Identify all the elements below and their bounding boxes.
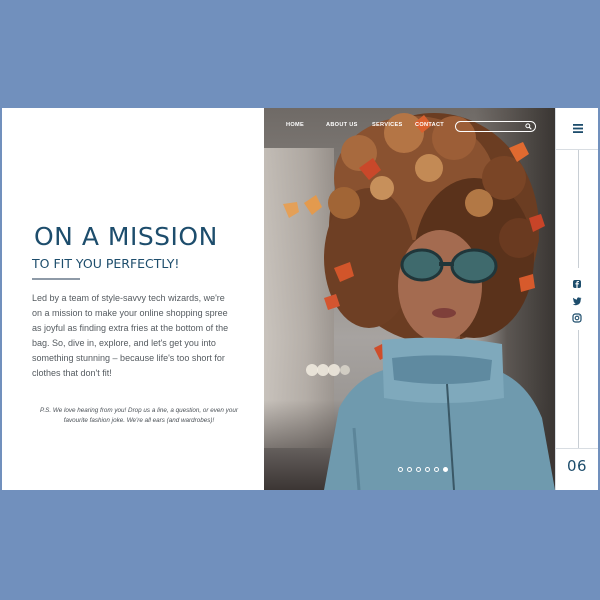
hero-title: ON A MISSION [34,222,218,251]
search-box[interactable] [455,121,536,132]
twitter-icon[interactable] [572,293,582,306]
model-face [398,230,482,342]
page-indicator: 06 [556,448,598,490]
search-icon[interactable] [525,123,532,130]
blue-hoodie [324,337,555,490]
sidebar-line-bottom [578,330,579,448]
nav-about-us[interactable]: ABOUT US [326,122,358,128]
menu-button[interactable] [556,108,598,150]
nav-contact[interactable]: CONTACT [415,122,444,128]
hero-ps-note: P.S. We love hearing from you! Drop us a… [40,407,238,424]
landing-frame: ON A MISSION TO FIT YOU PERFECTLY! Led b… [2,108,598,490]
carousel-dot[interactable] [407,467,412,472]
carousel-dot[interactable] [416,467,421,472]
carousel-dot-active[interactable] [443,467,448,472]
nav-services[interactable]: SERVICES [372,122,403,128]
hero-subtitle: TO FIT YOU PERFECTLY! [32,256,180,271]
carousel-dot[interactable] [434,467,439,472]
title-divider [32,278,80,280]
right-sidebar: 06 [555,108,598,490]
hero-text-panel: ON A MISSION TO FIT YOU PERFECTLY! Led b… [2,108,264,490]
hero-photo [264,108,555,490]
carousel-dot[interactable] [425,467,430,472]
instagram-icon[interactable] [572,310,582,323]
nav-home[interactable]: HOME [286,122,304,128]
hamburger-icon [573,124,583,133]
page-number: 06 [567,457,588,475]
model-illustration [283,113,555,490]
sidebar-line-top [578,150,579,268]
hero-body-text: Led by a team of style-savvy tech wizard… [32,293,229,378]
search-input[interactable] [460,122,522,131]
carousel-dot[interactable] [398,467,403,472]
facebook-icon[interactable] [572,276,582,288]
